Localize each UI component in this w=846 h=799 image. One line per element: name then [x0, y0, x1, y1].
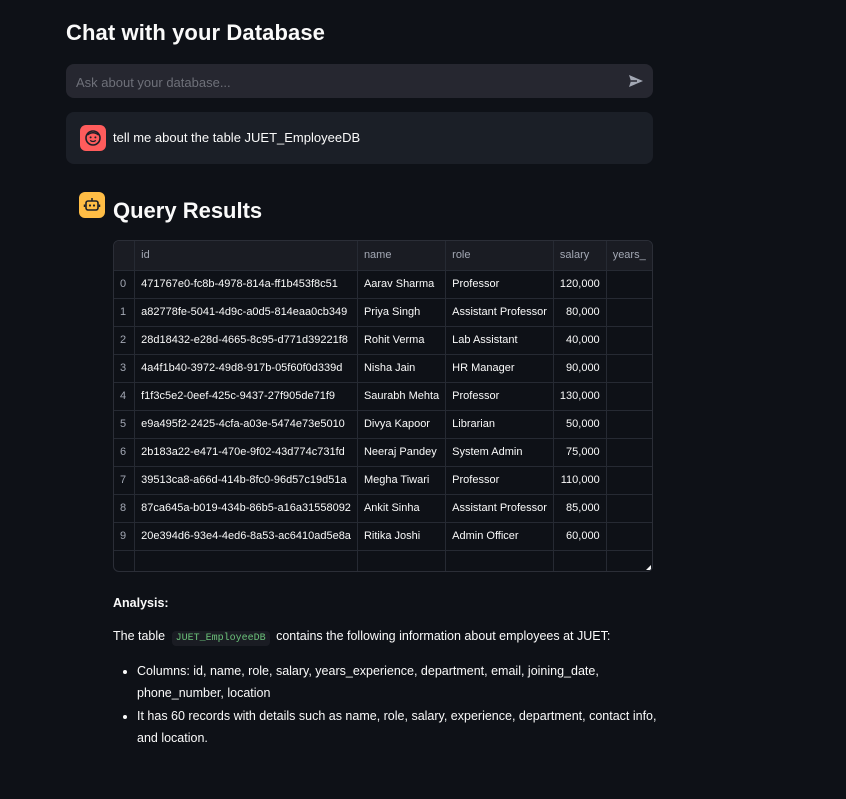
results-title: Query Results — [113, 198, 263, 223]
list-item: It has 60 records with details such as n… — [137, 705, 667, 749]
cell-role[interactable]: System Admin — [445, 438, 554, 467]
cell-role[interactable]: Lab Assistant — [445, 326, 554, 355]
table-row[interactable]: 2 28d18432-e28d-4665-8c95-d771d39221f8 R… — [114, 326, 652, 355]
cell-salary[interactable]: 60,000 — [553, 522, 607, 551]
cell-name[interactable]: Ankit Sinha — [357, 494, 447, 523]
header-role[interactable]: role — [445, 241, 554, 271]
table-row[interactable]: 9 20e394d6-93e4-4ed6-8a53-ac6410ad5e8a R… — [114, 522, 652, 551]
cell-years-experience[interactable] — [606, 410, 652, 439]
row-index: 4 — [114, 382, 136, 411]
cell-salary[interactable]: 85,000 — [553, 494, 607, 523]
cell-role[interactable]: Assistant Professor — [445, 494, 554, 523]
cell-role[interactable]: HR Manager — [445, 354, 554, 383]
table-row[interactable]: 0 471767e0-fc8b-4978-814a-ff1b453f8c51 A… — [114, 270, 652, 299]
cell-years-experience[interactable] — [606, 522, 652, 551]
header-name[interactable]: name — [357, 241, 447, 271]
cell-id[interactable]: 39513ca8-a66d-414b-8fc0-96d57c19d51a — [134, 466, 358, 495]
cell-id[interactable]: 4a4f1b40-3972-49d8-917b-05f60f0d339d — [134, 354, 358, 383]
cell-years-experience[interactable] — [606, 494, 652, 523]
cell-name[interactable]: Nisha Jain — [357, 354, 447, 383]
header-years-experience[interactable]: years_ — [606, 241, 652, 271]
analysis-intro: The table JUET_EmployeeDB contains the f… — [113, 629, 611, 646]
cell-years-experience[interactable] — [606, 326, 652, 355]
user-message: tell me about the table JUET_EmployeeDB — [66, 112, 653, 164]
chat-input[interactable] — [74, 64, 618, 100]
cell-years-experience[interactable] — [606, 438, 652, 467]
analysis-intro-prefix: The table — [113, 629, 166, 643]
results-table[interactable]: id name role salary years_ 0 471767e0-fc… — [113, 240, 653, 572]
header-salary[interactable]: salary — [553, 241, 607, 271]
cell-salary[interactable]: 75,000 — [553, 438, 607, 467]
table-row[interactable]: 5 e9a495f2-2425-4cfa-a03e-5474e73e5010 D… — [114, 410, 652, 439]
cell-years-experience[interactable] — [606, 354, 652, 383]
cell-name[interactable]: Ritika Joshi — [357, 522, 447, 551]
cell-role[interactable]: Assistant Professor — [445, 298, 554, 327]
cell-role[interactable]: Professor — [445, 270, 554, 299]
cell-name[interactable]: Saurabh Mehta — [357, 382, 447, 411]
cell-salary[interactable]: 130,000 — [553, 382, 607, 411]
user-face-icon — [80, 125, 106, 151]
row-index: 0 — [114, 270, 136, 299]
cell-id[interactable]: 28d18432-e28d-4665-8c95-d771d39221f8 — [134, 326, 358, 355]
table-row[interactable]: 7 39513ca8-a66d-414b-8fc0-96d57c19d51a M… — [114, 466, 652, 495]
row-index: 8 — [114, 494, 136, 523]
cell-id[interactable]: f1f3c5e2-0eef-425c-9437-27f905de71f9 — [134, 382, 358, 411]
cell-salary[interactable]: 120,000 — [553, 270, 607, 299]
table-row[interactable]: 3 4a4f1b40-3972-49d8-917b-05f60f0d339d N… — [114, 354, 652, 383]
row-index: 2 — [114, 326, 136, 355]
cell-name[interactable]: Priya Singh — [357, 298, 447, 327]
analysis-intro-suffix: contains the following information about… — [276, 629, 611, 643]
cell-years-experience[interactable] — [606, 382, 652, 411]
cell-id[interactable]: 87ca645a-b019-434b-86b5-a16a31558092 — [134, 494, 358, 523]
cell-id[interactable]: 2b183a22-e471-470e-9f02-43d774c731fd — [134, 438, 358, 467]
cell-role[interactable]: Librarian — [445, 410, 554, 439]
row-index: 3 — [114, 354, 136, 383]
analysis-bullets: Columns: id, name, role, salary, years_e… — [113, 660, 667, 750]
cell-id[interactable]: 20e394d6-93e4-4ed6-8a53-ac6410ad5e8a — [134, 522, 358, 551]
header-index — [114, 241, 136, 271]
cell-role[interactable]: Professor — [445, 466, 554, 495]
user-message-text: tell me about the table JUET_EmployeeDB — [113, 130, 361, 145]
robot-icon — [79, 192, 105, 218]
row-index: 1 — [114, 298, 136, 327]
cell-years-experience[interactable] — [606, 466, 652, 495]
table-header-row: id name role salary years_ — [114, 241, 652, 271]
cell-name[interactable]: Neeraj Pandey — [357, 438, 447, 467]
cell-salary[interactable]: 50,000 — [553, 410, 607, 439]
row-index: 7 — [114, 466, 136, 495]
table-row-partial[interactable] — [114, 550, 652, 571]
cell-role[interactable]: Professor — [445, 382, 554, 411]
cell-name[interactable]: Divya Kapoor — [357, 410, 447, 439]
send-icon[interactable] — [627, 72, 645, 90]
row-index: 6 — [114, 438, 136, 467]
cell-years-experience[interactable] — [606, 298, 652, 327]
cell-salary[interactable]: 80,000 — [553, 298, 607, 327]
cell-years-experience[interactable] — [606, 270, 652, 299]
cell-id[interactable]: a82778fe-5041-4d9c-a0d5-814eaa0cb349 — [134, 298, 358, 327]
table-name-code: JUET_EmployeeDB — [171, 631, 270, 646]
chat-app: Chat with your Database tell me about th… — [0, 0, 846, 799]
row-index: 9 — [114, 522, 136, 551]
table-row[interactable]: 8 87ca645a-b019-434b-86b5-a16a31558092 A… — [114, 494, 652, 523]
header-id[interactable]: id — [134, 241, 358, 271]
cell-salary[interactable]: 110,000 — [553, 466, 607, 495]
chat-input-box[interactable] — [66, 64, 653, 100]
cell-name[interactable]: Megha Tiwari — [357, 466, 447, 495]
row-index: 5 — [114, 410, 136, 439]
cell-role[interactable]: Admin Officer — [445, 522, 554, 551]
analysis-heading: Analysis: — [113, 596, 169, 610]
cell-name[interactable]: Rohit Verma — [357, 326, 447, 355]
table-row[interactable]: 1 a82778fe-5041-4d9c-a0d5-814eaa0cb349 P… — [114, 298, 652, 327]
table-row[interactable]: 6 2b183a22-e471-470e-9f02-43d774c731fd N… — [114, 438, 652, 467]
cell-id[interactable]: 471767e0-fc8b-4978-814a-ff1b453f8c51 — [134, 270, 358, 299]
table-row[interactable]: 4 f1f3c5e2-0eef-425c-9437-27f905de71f9 S… — [114, 382, 652, 411]
page-title: Chat with your Database — [66, 20, 326, 45]
list-item: Columns: id, name, role, salary, years_e… — [137, 660, 667, 704]
cell-id[interactable]: e9a495f2-2425-4cfa-a03e-5474e73e5010 — [134, 410, 358, 439]
cell-salary[interactable]: 90,000 — [553, 354, 607, 383]
cell-salary[interactable]: 40,000 — [553, 326, 607, 355]
cell-name[interactable]: Aarav Sharma — [357, 270, 447, 299]
